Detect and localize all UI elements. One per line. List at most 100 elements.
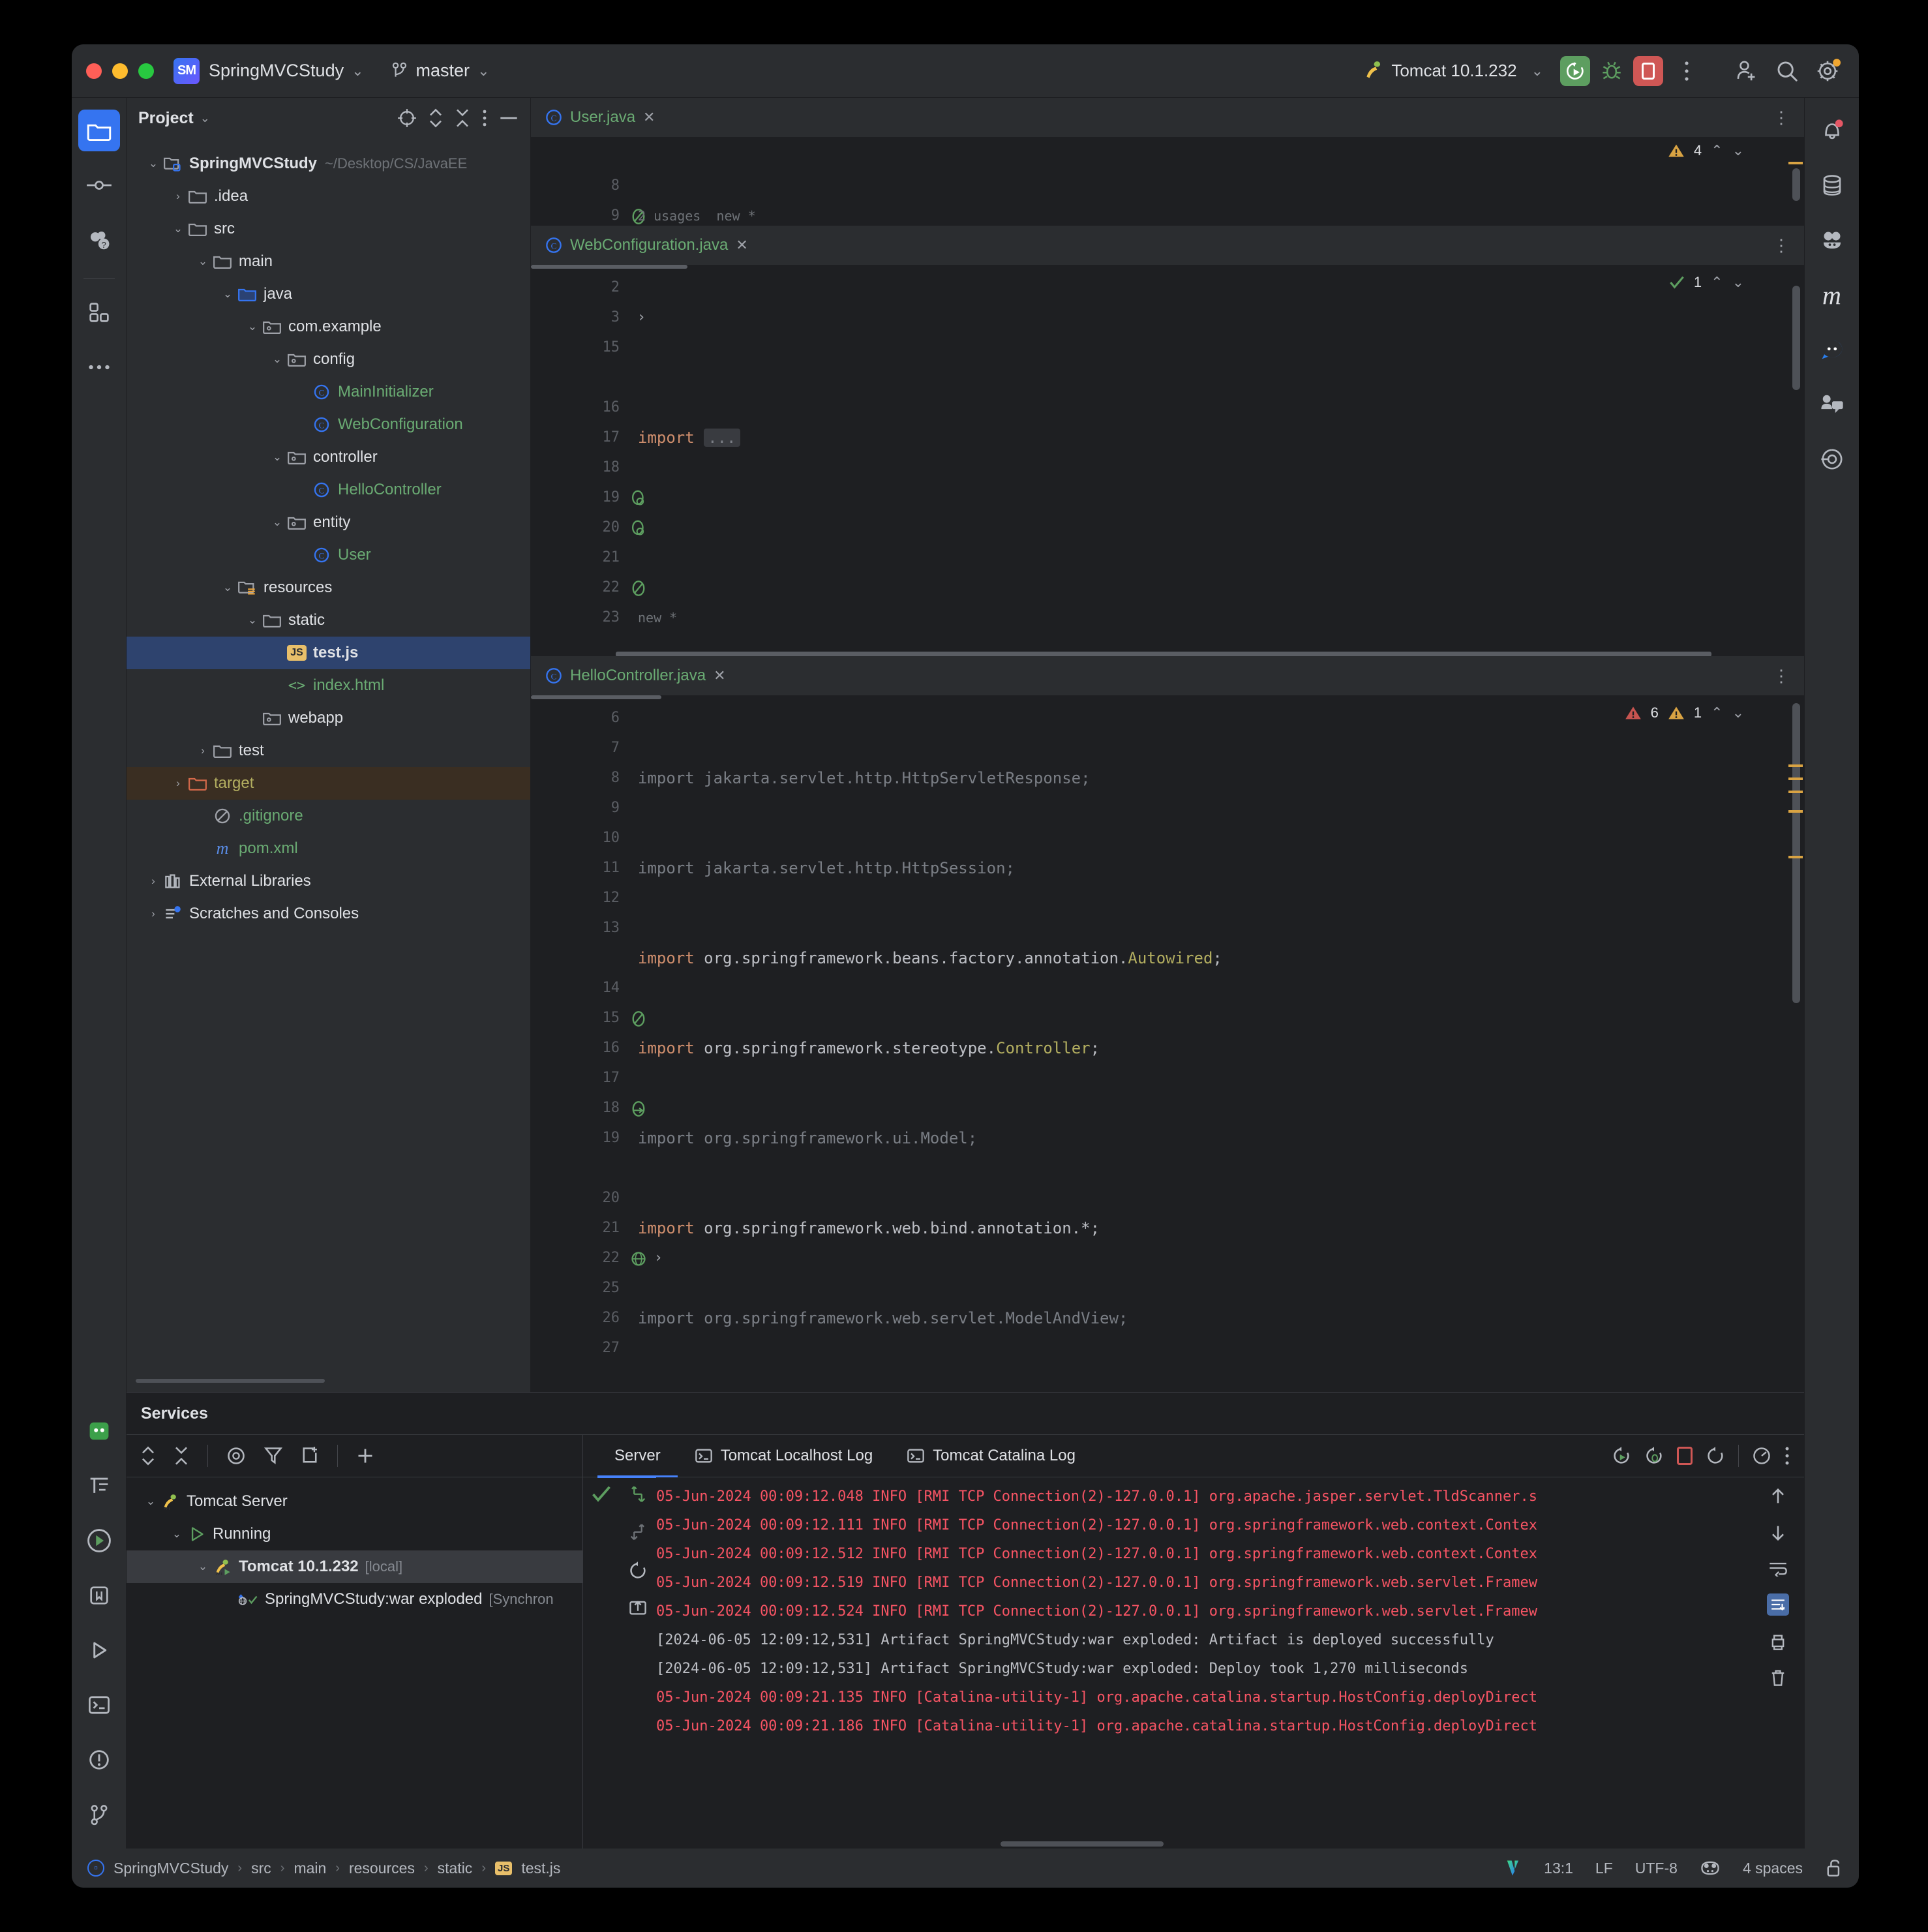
next-problem-icon[interactable]: ⌄: [1732, 274, 1744, 291]
tree-item-external-libraries[interactable]: ›External Libraries: [127, 865, 530, 898]
chevron-right-icon[interactable]: ›: [145, 907, 162, 920]
chevron-down-icon[interactable]: ⌄: [170, 222, 187, 235]
inspection-widget-hellocontroller[interactable]: 6 1 ⌃ ⌄: [1625, 704, 1744, 721]
editor-scrollbar-hellocontroller[interactable]: [1787, 699, 1804, 1392]
breadcrumb-item[interactable]: resources: [349, 1860, 415, 1877]
sidebar-item-database[interactable]: [1811, 164, 1853, 206]
tree-item-resources[interactable]: ⌄resources: [127, 571, 530, 604]
code-webconfiguration[interactable]: import ... new * @Configuration @EnableW…: [629, 269, 1804, 652]
more-vertical-icon[interactable]: ⋮: [1773, 108, 1791, 128]
tab-tomcat-catalina-log[interactable]: Tomcat Catalina Log: [890, 1434, 1092, 1477]
sidebar-item-maven[interactable]: m: [1811, 274, 1853, 316]
chevron-down-icon[interactable]: ⌄: [244, 320, 261, 333]
sidebar-item-run[interactable]: [78, 1629, 120, 1671]
run-button[interactable]: [1560, 56, 1590, 86]
sidebar-item-notifications[interactable]: [1811, 110, 1853, 151]
sidebar-item-ai-chat[interactable]: [1811, 329, 1853, 370]
code-hellocontroller[interactable]: import jakarta.servlet.http.HttpServletR…: [629, 699, 1804, 1392]
tree-item-test-js[interactable]: JStest.js: [127, 637, 530, 669]
tree-item--gitignore[interactable]: .gitignore: [127, 800, 530, 832]
run-configuration-selector[interactable]: Tomcat 10.1.232 ⌄: [1363, 60, 1543, 82]
sidebar-item-todo[interactable]: [78, 1465, 120, 1507]
tree-item-com-example[interactable]: ⌄com.example: [127, 310, 530, 343]
next-problem-icon[interactable]: ⌄: [1732, 142, 1744, 159]
chevron-down-icon[interactable]: ⌄: [168, 1528, 185, 1541]
tree-item-target[interactable]: ›target: [127, 767, 530, 800]
rerun-small-icon[interactable]: [628, 1561, 648, 1580]
chevron-down-icon[interactable]: ⌄: [142, 1495, 159, 1508]
sidebar-item-structure[interactable]: [78, 292, 120, 333]
console-horizontal-scrollbar[interactable]: [583, 1839, 1804, 1849]
tree-item-entity[interactable]: ⌄entity: [127, 506, 530, 539]
sidebar-item-endpoints[interactable]: [1811, 438, 1853, 480]
print-icon[interactable]: [1769, 1633, 1787, 1651]
code-user[interactable]: 2 usages new * @Component public class U…: [629, 137, 1804, 225]
tree-item-scratches-and-consoles[interactable]: ›Scratches and Consoles: [127, 898, 530, 930]
export-icon[interactable]: [628, 1597, 648, 1617]
tree-item-config[interactable]: ⌄config: [127, 343, 530, 376]
close-icon[interactable]: ✕: [714, 667, 725, 684]
breadcrumb-item[interactable]: SpringMVCStudy: [113, 1860, 228, 1877]
tree-item-webconfiguration[interactable]: CWebConfiguration: [127, 408, 530, 441]
tree-item-user[interactable]: CUser: [127, 539, 530, 571]
tab-server[interactable]: Server: [597, 1434, 678, 1477]
sidebar-item-pull-requests[interactable]: ?: [78, 219, 120, 261]
inspection-face-icon[interactable]: [1700, 1859, 1721, 1877]
breadcrumb-item[interactable]: static: [438, 1860, 473, 1877]
editor-body-webconfiguration[interactable]: 1 ⌃ ⌄ 2 3› 15 16 17 18: [531, 269, 1804, 652]
chevron-right-icon[interactable]: ›: [145, 875, 162, 888]
tab-webconfiguration-java[interactable]: C WebConfiguration.java ✕: [545, 236, 760, 254]
sidebar-item-services[interactable]: [78, 1520, 120, 1562]
tree-item-webapp[interactable]: webapp: [127, 702, 530, 734]
tree-item-test[interactable]: ›test: [127, 734, 530, 767]
sidebar-item-version-control[interactable]: [78, 1794, 120, 1835]
more-vertical-icon[interactable]: [1785, 1446, 1790, 1466]
chevron-down-icon[interactable]: ⌄: [269, 353, 286, 366]
sidebar-item-gradle[interactable]: [1811, 219, 1853, 261]
breadcrumb-item[interactable]: src: [251, 1860, 271, 1877]
tree-item-controller[interactable]: ⌄controller: [127, 441, 530, 474]
add-icon[interactable]: [356, 1447, 374, 1465]
chevron-down-icon[interactable]: ⌄: [269, 451, 286, 464]
branch-selector[interactable]: master ⌄: [391, 61, 490, 81]
next-problem-icon[interactable]: ⌄: [1732, 704, 1744, 721]
more-vertical-icon[interactable]: ⋮: [1773, 666, 1791, 686]
chevron-down-icon[interactable]: ⌄: [200, 112, 210, 125]
vcs-v-icon[interactable]: [1505, 1858, 1522, 1878]
tree-item-static[interactable]: ⌄static: [127, 604, 530, 637]
tree-item-src[interactable]: ⌄src: [127, 213, 530, 245]
service-item-tomcat-server[interactable]: ⌄Tomcat Server: [127, 1485, 582, 1518]
close-icon[interactable]: ✕: [643, 109, 655, 126]
restart-icon[interactable]: [1706, 1446, 1725, 1466]
sidebar-item-ai-assistant[interactable]: [78, 1410, 120, 1452]
scroll-down-icon[interactable]: [628, 1485, 648, 1506]
options-icon[interactable]: [482, 109, 487, 127]
sidebar-item-project[interactable]: [78, 110, 120, 151]
tree-item-index-html[interactable]: <>index.html: [127, 669, 530, 702]
chevron-down-icon[interactable]: ⌄: [194, 255, 211, 268]
editor-scrollbar-webconfiguration[interactable]: [1787, 269, 1804, 652]
collapse-all-icon[interactable]: [173, 1446, 189, 1466]
tree-item--idea[interactable]: ›.idea: [127, 180, 530, 213]
tree-item-hellocontroller[interactable]: CHelloController: [127, 474, 530, 506]
chevron-down-icon[interactable]: ⌄: [219, 288, 236, 301]
breadcrumb-item[interactable]: test.js: [521, 1860, 560, 1877]
prev-problem-icon[interactable]: ⌃: [1711, 704, 1723, 721]
chevron-right-icon[interactable]: ›: [170, 777, 187, 790]
chevron-right-icon[interactable]: ›: [194, 744, 211, 757]
search-everywhere-button[interactable]: [1770, 54, 1804, 88]
debug-button[interactable]: [1597, 56, 1627, 86]
service-item-tomcat-10-1-232[interactable]: ⌄Tomcat 10.1.232[local]: [127, 1550, 582, 1583]
tree-item-java[interactable]: ⌄java: [127, 278, 530, 310]
tab-tomcat-localhost-log[interactable]: Tomcat Localhost Log: [678, 1434, 890, 1477]
breadcrumb[interactable]: ▫ SpringMVCStudy › src › main › resource…: [87, 1860, 560, 1877]
run-dashboard-icon[interactable]: [226, 1446, 246, 1466]
file-encoding[interactable]: UTF-8: [1635, 1860, 1678, 1877]
sidebar-item-bookmarks[interactable]: [78, 1575, 120, 1616]
more-actions-button[interactable]: [1670, 54, 1704, 88]
tab-user-java[interactable]: C User.java ✕: [545, 108, 667, 127]
sidebar-item-terminal[interactable]: [78, 1684, 120, 1726]
down-arrow-icon[interactable]: [1769, 1523, 1787, 1543]
rerun-icon[interactable]: [1612, 1446, 1631, 1466]
sidebar-item-problems[interactable]: [78, 1739, 120, 1781]
